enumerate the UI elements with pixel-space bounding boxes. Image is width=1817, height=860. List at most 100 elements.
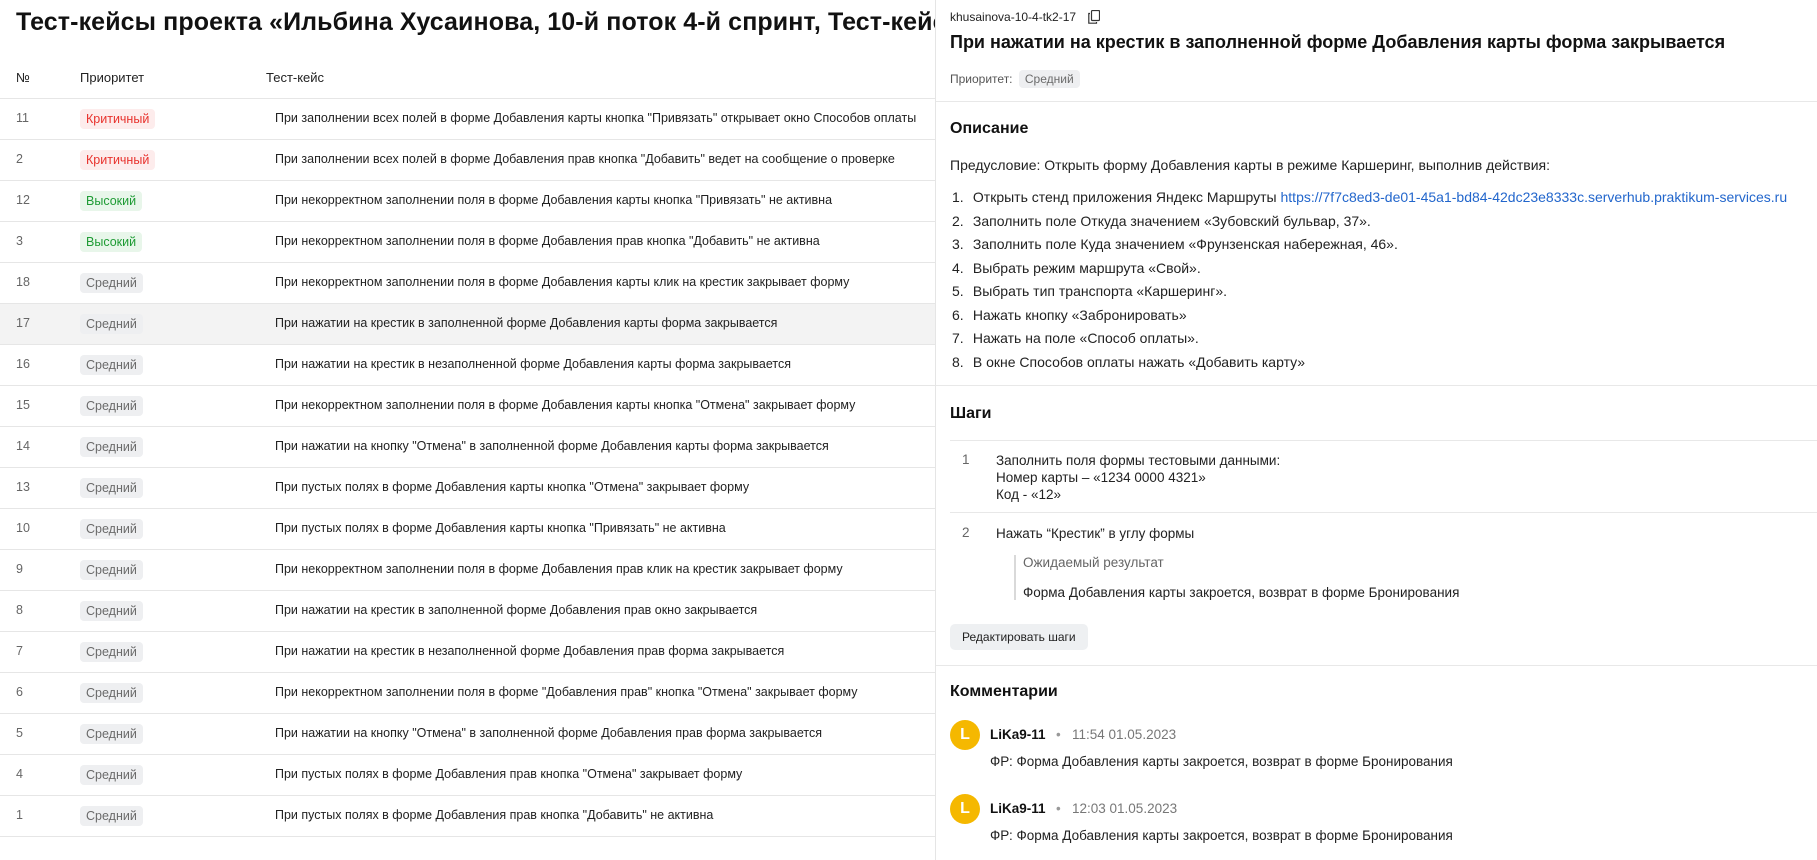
precondition-item: 4. Выбрать режим маршрута «Свой». [950, 260, 1787, 284]
item-number: 2. [952, 212, 964, 229]
step-action: Нажать “Крестик” в углу формы [996, 525, 1194, 542]
table-row[interactable]: 9 Средний При некорректном заполнении поля… [0, 549, 935, 590]
test-case-title: При нажатии на кнопку "Отмена" в заполне… [275, 726, 822, 740]
test-case-title: При пустых полях в форме Добавления прав… [275, 808, 714, 822]
table-row[interactable]: 3 Высокий При некорректном заполнении поля… [0, 221, 935, 262]
step-action: Заполнить поля формы тестовыми данными: … [996, 452, 1280, 503]
test-case-title: При пустых полях в форме Добавления прав… [275, 767, 743, 781]
row-number: 10 [16, 521, 30, 535]
table-row[interactable]: 12 Высокий При некорректном заполнении пол… [0, 180, 935, 221]
description-heading: Описание [950, 120, 1029, 137]
test-case-title: При пустых полях в форме Добавления карт… [275, 480, 750, 494]
table-row[interactable]: 5 Средний При нажатии на кнопку "Отмена" в… [0, 713, 935, 754]
table-row[interactable]: 7 Средний При нажатии на крестик в незапол… [0, 631, 935, 672]
priority-badge: Критичный [80, 109, 156, 129]
divider [936, 665, 1817, 666]
item-text: В окне Способов оплаты нажать «Добавить … [972, 353, 1306, 370]
item-number: 5. [952, 283, 964, 299]
row-number: 18 [16, 275, 30, 289]
column-header-priority[interactable]: Приоритет [80, 70, 144, 85]
precondition-item: 1. Открыть стенд приложения Яндекс Маршр… [950, 189, 1787, 213]
item-number: 7. [952, 330, 964, 346]
divider [936, 385, 1817, 386]
test-case-title: При некорректном заполнении поля в форме… [275, 193, 833, 207]
avatar[interactable]: L [950, 794, 980, 824]
table-row[interactable]: 13 Средний При пустых полях в форме Добавл… [0, 467, 935, 508]
priority-badge: Критичный [80, 150, 156, 170]
priority-badge: Средний [80, 314, 143, 334]
step-line: Заполнить поля формы тестовыми данными: [996, 453, 1281, 468]
precondition-item: 2. Заполнить поле Откуда значением «Зубо… [950, 213, 1787, 237]
case-title: При нажатии на крестик в заполненной фор… [950, 32, 1726, 52]
expected-result-label: Ожидаемый результат [1023, 555, 1164, 570]
row-number: 17 [16, 316, 30, 330]
row-number: 7 [16, 644, 23, 658]
row-number: 5 [16, 726, 23, 740]
priority-badge: Высокий [80, 232, 143, 252]
priority-badge: Средний [80, 806, 143, 826]
column-header-test-case[interactable]: Тест-кейс [266, 70, 324, 85]
table-row[interactable]: 1 Средний При пустых полях в форме Добавле… [0, 795, 935, 837]
step-line: Нажать “Крестик” в углу формы [996, 526, 1195, 541]
priority-badge: Средний [80, 478, 143, 498]
table-row[interactable]: 18 Средний При некорректном заполнении пол… [0, 262, 935, 303]
item-text: Выбрать тип транспорта «Каршеринг». [972, 283, 1228, 299]
table-row[interactable]: 10 Средний При пустых полях в форме Добавл… [0, 508, 935, 549]
test-case-title: При нажатии на крестик в незаполненной ф… [275, 644, 785, 658]
comment-time: 12:03 01.05.2023 [1072, 801, 1178, 816]
divider [950, 440, 1817, 441]
table-row[interactable]: 8 Средний При нажатии на крестик в заполне… [0, 590, 935, 631]
test-case-title: При нажатии на кнопку "Отмена" в заполне… [275, 439, 829, 453]
test-case-title: При некорректном заполнении поля в форме… [275, 398, 856, 412]
priority-badge: Средний [80, 519, 143, 539]
comment-author[interactable]: LiKa9-11 [990, 801, 1046, 816]
test-case-title: При нажатии на крестик в заполненной фор… [275, 603, 758, 617]
priority-badge: Средний [80, 560, 143, 580]
page-title: Тест-кейсы проекта «Ильбина Хусаинова, 1… [16, 8, 935, 36]
row-number: 4 [16, 767, 23, 781]
item-text: Заполнить поле Откуда значением «Зубовск… [972, 212, 1371, 229]
row-number: 13 [16, 480, 30, 494]
priority-badge: Средний [80, 683, 143, 703]
avatar[interactable]: L [950, 720, 980, 750]
item-number: 6. [952, 306, 964, 323]
precondition-item: 6. Нажать кнопку «Забронировать» [950, 307, 1787, 331]
row-number: 2 [16, 152, 23, 166]
table-row[interactable]: 11 Критичный При заполнении всех полей в ф… [0, 98, 935, 139]
item-text: Открыть стенд приложения Яндекс Маршруты [972, 189, 1281, 205]
comment-time: 11:54 01.05.2023 [1072, 727, 1177, 742]
row-number: 16 [16, 357, 30, 371]
separator-dot: • [1056, 801, 1061, 816]
divider [950, 512, 1817, 513]
table-row[interactable]: 16 Средний При нажатии на крестик в незапо… [0, 344, 935, 385]
precondition-item: 5. Выбрать тип транспорта «Каршеринг». [950, 283, 1787, 307]
row-number: 15 [16, 398, 30, 412]
item-number: 4. [952, 259, 964, 276]
priority-badge: Средний [80, 355, 143, 375]
separator-dot: • [1056, 727, 1061, 742]
step-number: 1 [962, 452, 970, 467]
copy-icon[interactable] [1088, 10, 1100, 24]
table-row[interactable]: 6 Средний При некорректном заполнении поля… [0, 672, 935, 713]
item-text: Заполнить поле Куда значением «Фрунзенск… [972, 236, 1398, 252]
table-row[interactable]: 2 Критичный При заполнении всех полей в фо… [0, 139, 935, 180]
comments-heading: Комментарии [950, 683, 1058, 700]
test-case-table-body: 11 Критичный При заполнении всех полей в ф… [0, 98, 935, 837]
test-case-title: При нажатии на крестик в незаполненной ф… [275, 357, 791, 371]
comment-author[interactable]: LiKa9-11 [990, 727, 1046, 742]
test-case-title: При некорректном заполнении поля в форме… [275, 685, 858, 699]
priority-line: Приоритет: Средний [950, 70, 1080, 88]
stand-link[interactable]: https://7f7c8ed3-de01-45a1-bd84-42dc23e8… [1281, 189, 1788, 205]
test-case-title: При пустых полях в форме Добавления карт… [275, 521, 726, 535]
table-row[interactable]: 4 Средний При пустых полях в форме Добавле… [0, 754, 935, 795]
item-number: 3. [952, 236, 964, 252]
expected-result: Ожидаемый результат Форма Добавления кар… [1014, 555, 1459, 600]
column-header-number[interactable]: № [16, 70, 30, 85]
item-text: Нажать на поле «Способ оплаты». [972, 330, 1199, 346]
table-row[interactable]: 17 Средний При нажатии на крестик в заполн… [0, 303, 935, 344]
divider [936, 101, 1817, 102]
table-row[interactable]: 14 Средний При нажатии на кнопку "Отмена" … [0, 426, 935, 467]
precondition-item: 7. Нажать на поле «Способ оплаты». [950, 330, 1787, 354]
edit-steps-button[interactable]: Редактировать шаги [950, 624, 1088, 650]
table-row[interactable]: 15 Средний При некорректном заполнении пол… [0, 385, 935, 426]
